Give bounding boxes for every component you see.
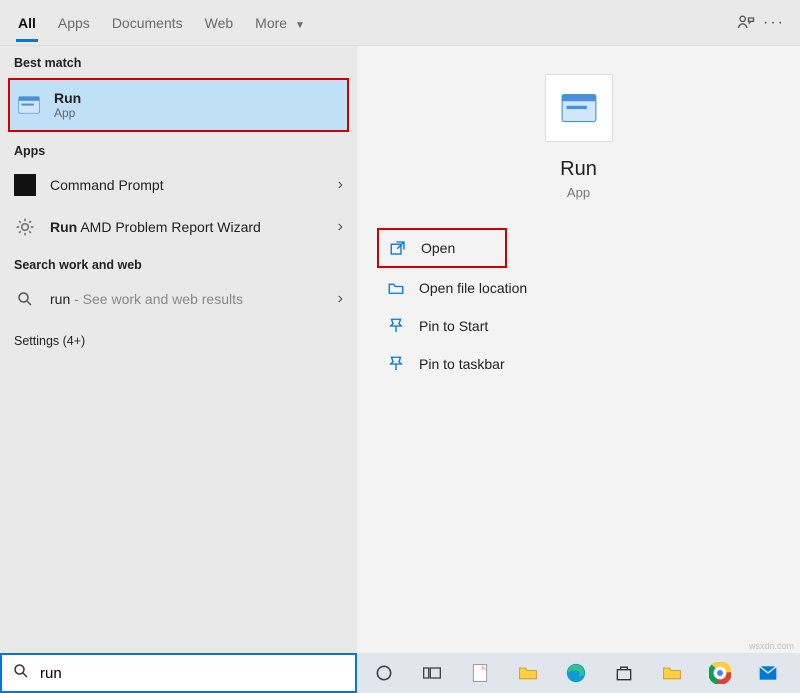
result-amd-wizard[interactable]: Run AMD Problem Report Wizard › [0,206,357,248]
result-run-app[interactable]: Run App [8,78,349,132]
taskbar-explorer-icon[interactable] [515,660,541,686]
action-pin-to-taskbar[interactable]: Pin to taskbar [377,346,780,382]
result-title: run - See work and web results [50,291,243,307]
taskbar-folder-icon[interactable] [659,660,685,686]
detail-subtitle: App [567,185,590,200]
result-title-match: run [50,291,70,307]
tab-more[interactable]: More ▼ [255,5,305,41]
action-label: Open file location [419,280,527,296]
results-panel: Best match Run App Apps Command Prompt › [0,46,357,653]
tab-documents[interactable]: Documents [112,5,183,41]
result-title-match: Run [50,219,77,235]
folder-icon [387,279,405,297]
search-box[interactable] [0,653,357,693]
tab-more-label: More [255,15,287,31]
pin-icon [387,317,405,335]
label-best-match: Best match [0,46,357,76]
action-open[interactable]: Open [377,228,507,268]
detail-title: Run [560,158,597,181]
search-icon [14,288,36,310]
action-label: Pin to taskbar [419,356,505,372]
taskbar-libreoffice-icon[interactable] [467,660,493,686]
more-options-icon[interactable]: ··· [760,9,788,37]
detail-actions: Open Open file location Pin to Start [377,228,780,382]
detail-panel: Run App Open Open file location [357,46,800,653]
chevron-down-icon: ▼ [295,20,305,31]
open-icon [389,239,407,257]
result-search-web-run[interactable]: run - See work and web results › [0,278,357,320]
taskbar-taskview-icon[interactable] [419,660,445,686]
chevron-right-icon: › [338,176,343,194]
run-icon [18,94,40,116]
taskbar-cortana-icon[interactable] [371,660,397,686]
result-subtitle: App [54,106,81,120]
action-label: Pin to Start [419,318,488,334]
result-title: Run AMD Problem Report Wizard [50,219,261,235]
taskbar-chrome-icon[interactable] [707,660,733,686]
search-input[interactable] [40,665,345,682]
taskbar-edge-icon[interactable] [563,660,589,686]
action-label: Open [421,240,455,256]
pin-icon [387,355,405,373]
result-title-rest: AMD Problem Report Wizard [77,219,261,235]
detail-icon-frame [545,74,613,142]
label-search-web: Search work and web [0,248,357,278]
result-title: Run [54,90,81,106]
watermark: wsxdn.com [749,641,794,651]
search-header: All Apps Documents Web More ▼ ··· [0,0,800,46]
result-title-rest: - See work and web results [70,291,243,307]
taskbar-mail-icon[interactable] [755,660,781,686]
tab-web[interactable]: Web [205,5,234,41]
taskbar-store-icon[interactable] [611,660,637,686]
feedback-icon[interactable] [732,9,760,37]
tab-all[interactable]: All [18,5,36,41]
label-apps: Apps [0,134,357,164]
tab-apps[interactable]: Apps [58,5,90,41]
chevron-right-icon: › [338,290,343,308]
run-icon [561,93,597,123]
chevron-right-icon: › [338,218,343,236]
action-pin-to-start[interactable]: Pin to Start [377,308,780,344]
gear-icon [14,216,36,238]
command-prompt-icon [14,174,36,196]
search-tabs: All Apps Documents Web More ▼ [18,5,305,41]
bottom-bar [0,653,800,693]
taskbar [357,653,800,693]
search-body: Best match Run App Apps Command Prompt › [0,46,800,653]
search-icon [12,662,30,685]
result-title: Command Prompt [50,177,164,193]
action-open-file-location[interactable]: Open file location [377,270,780,306]
result-settings-group[interactable]: Settings (4+) [0,320,357,354]
result-command-prompt[interactable]: Command Prompt › [0,164,357,206]
